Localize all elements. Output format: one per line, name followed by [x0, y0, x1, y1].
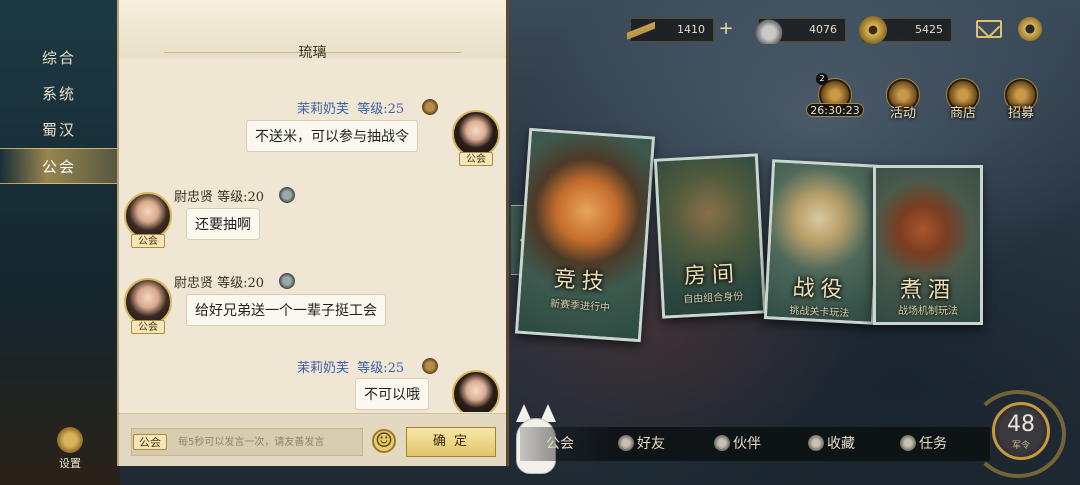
avatar[interactable]	[452, 110, 500, 158]
coin-icon	[859, 16, 887, 44]
message-bubble: 不送米，可以参与抽战令	[246, 120, 418, 152]
cart-icon	[755, 16, 783, 44]
gear-icon	[55, 425, 85, 455]
sidebar-item-guild[interactable]: 公会	[0, 148, 118, 184]
sender-name: 茉莉奶芙 等级:25	[297, 102, 405, 117]
nav-tasks[interactable]: 任务	[900, 433, 947, 453]
resource-tokens: 1410	[627, 18, 714, 42]
nav-guild[interactable]: 公会	[546, 433, 574, 453]
mail-icon[interactable]	[976, 20, 1002, 38]
channel-selector[interactable]: 公会	[133, 434, 167, 450]
mode-card-room[interactable]: 房间 自由组合身份	[653, 153, 767, 319]
rank-badge-icon	[422, 99, 438, 115]
chat-messages[interactable]: 茉莉奶芙 等级:25 不送米，可以参与抽战令 公会 公会 尉忠贤 等级:20 还…	[119, 72, 506, 412]
season-count-badge: 2	[816, 73, 828, 85]
message-bubble: 不可以哦	[355, 378, 429, 410]
partner-icon	[714, 435, 730, 451]
sidebar-item-shuhan[interactable]: 蜀汉	[0, 112, 118, 148]
chest-icon	[808, 435, 824, 451]
guild-tag: 公会	[131, 320, 165, 334]
task-icon	[900, 435, 916, 451]
season-timer: 26:30:23	[806, 103, 864, 117]
chat-input-bar: 每5秒可以发言一次，请友善发言 公会 确 定	[119, 413, 506, 466]
guild-tag: 公会	[131, 234, 165, 248]
sender-name: 尉忠贤 等级:20	[174, 276, 265, 291]
recruit-button[interactable]: 招募	[996, 78, 1046, 121]
mode-card-arena[interactable]: 竞技 新赛季进行中	[514, 127, 656, 343]
orders-count: 48	[1007, 412, 1035, 437]
sidebar-item-system[interactable]: 系统	[0, 76, 118, 112]
add-tokens-button[interactable]: +	[713, 18, 739, 42]
nav-friends[interactable]: 好友	[618, 433, 665, 453]
avatar[interactable]	[124, 192, 172, 240]
mode-card-campaign[interactable]: 战役 挑战关卡玩法	[763, 159, 883, 325]
sender-name: 尉忠贤 等级:20	[174, 190, 265, 205]
rank-badge-icon	[422, 358, 438, 374]
friends-icon	[618, 435, 634, 451]
chat-message: 茉莉奶芙 等级:25 不送米，可以参与抽战令 公会	[119, 72, 506, 166]
shop-button[interactable]: 商店	[938, 78, 988, 121]
resource-cart: 4076	[755, 16, 846, 44]
nav-collection[interactable]: 收藏	[808, 433, 855, 453]
chat-panel: 琉璃 茉莉奶芙 等级:25 不送米，可以参与抽战令 公会 公会 尉忠贤 等级:2…	[117, 0, 509, 466]
chat-message: 茉莉奶芙 等级:25 不可以哦	[119, 350, 506, 412]
rank-badge-icon	[279, 273, 295, 289]
guild-tag: 公会	[459, 152, 493, 166]
send-button[interactable]: 确 定	[406, 427, 496, 457]
rank-badge-icon	[279, 187, 295, 203]
nav-partners[interactable]: 伙伴	[714, 433, 761, 453]
chat-message: 公会 尉忠贤 等级:20 还要抽啊	[119, 180, 506, 260]
orders-label: 军令	[1011, 441, 1030, 451]
settings-button[interactable]: 设置	[50, 425, 90, 471]
avatar[interactable]	[124, 278, 172, 326]
activity-button[interactable]: 活动	[878, 78, 928, 121]
chat-title: 琉璃	[298, 45, 327, 61]
resource-coins: 5425	[859, 16, 952, 44]
token-icon	[627, 21, 655, 40]
avatar[interactable]	[452, 370, 500, 412]
sidebar-item-general[interactable]: 综合	[0, 40, 118, 76]
message-bubble: 还要抽啊	[186, 208, 260, 240]
bottom-nav: 公会 好友 伙伴 收藏 任务	[520, 427, 990, 461]
sender-name: 茉莉奶芙 等级:25	[297, 361, 405, 376]
settings-label: 设置	[59, 457, 81, 470]
chat-message: 公会 尉忠贤 等级:20 给好兄弟送一个一辈子挺工会	[119, 266, 506, 346]
message-bubble: 给好兄弟送一个一辈子挺工会	[186, 294, 386, 326]
mode-card-wine[interactable]: 煮酒 战场机制玩法	[873, 165, 983, 325]
emoji-button[interactable]	[372, 428, 396, 453]
channel-sidebar: 综合 系统 蜀汉 公会	[0, 40, 118, 184]
gear-icon[interactable]	[1018, 17, 1042, 41]
orders-button[interactable]: 48 军令	[970, 390, 1066, 478]
chat-header: 琉璃	[119, 0, 506, 61]
